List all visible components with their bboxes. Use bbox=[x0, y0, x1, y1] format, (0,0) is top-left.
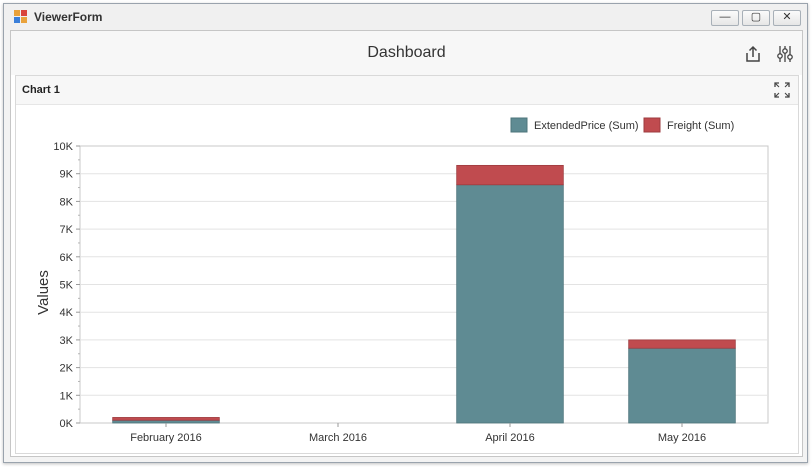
legend-label: ExtendedPrice (Sum) bbox=[534, 120, 639, 132]
x-tick-label: March 2016 bbox=[309, 432, 367, 444]
window-title: ViewerForm bbox=[34, 10, 103, 24]
y-tick-label: 1K bbox=[60, 390, 74, 402]
bar-segment bbox=[628, 339, 736, 349]
y-tick-label: 10K bbox=[53, 141, 73, 153]
parameters-icon[interactable] bbox=[776, 45, 794, 63]
y-tick-label: 8K bbox=[60, 196, 74, 208]
legend-swatch bbox=[510, 117, 528, 133]
stacked-bar-chart: ExtendedPrice (Sum) Freight (Sum) 0K 1K 2K 3… bbox=[35, 117, 769, 444]
y-tick-label: 7K bbox=[60, 224, 74, 236]
title-bar[interactable]: ViewerForm — ▢ ✕ bbox=[4, 4, 807, 30]
y-tick-label: 3K bbox=[60, 335, 74, 347]
y-tick-label: 4K bbox=[60, 307, 74, 319]
chart-legend: ExtendedPrice (Sum) Freight (Sum) bbox=[510, 117, 734, 133]
bar-segment bbox=[112, 419, 220, 424]
maximize-button[interactable]: ▢ bbox=[742, 10, 770, 26]
x-tick-label: February 2016 bbox=[130, 432, 202, 444]
export-icon[interactable] bbox=[744, 45, 762, 63]
bar-segment bbox=[628, 347, 736, 424]
y-tick-label: 0K bbox=[60, 418, 74, 430]
x-tick-label: May 2016 bbox=[658, 432, 706, 444]
maximize-icon[interactable] bbox=[774, 82, 790, 98]
legend-label: Freight (Sum) bbox=[667, 120, 734, 132]
chart-panel: Chart 1 ExtendedPrice (Sum) Freight (Sum)… bbox=[15, 75, 799, 454]
viewer-form-window: ViewerForm — ▢ ✕ Dashboard Chart 1 Exten… bbox=[3, 3, 808, 463]
y-tick-label: 2K bbox=[60, 363, 74, 375]
y-tick-label: 5K bbox=[60, 280, 74, 292]
dashboard-viewer: Dashboard Chart 1 ExtendedPrice (Sum) Fr… bbox=[10, 30, 803, 457]
y-axis-title: Values bbox=[35, 270, 52, 315]
close-button[interactable]: ✕ bbox=[773, 10, 801, 26]
bar-segment bbox=[112, 417, 220, 421]
app-icon bbox=[14, 10, 28, 24]
dashboard-title: Dashboard bbox=[367, 44, 446, 61]
panel-caption: Chart 1 bbox=[16, 76, 798, 105]
panel-title: Chart 1 bbox=[22, 84, 60, 96]
minimize-button[interactable]: — bbox=[711, 10, 739, 26]
bar-segment bbox=[456, 184, 564, 424]
x-tick-label: April 2016 bbox=[485, 432, 535, 444]
dashboard-header: Dashboard bbox=[11, 31, 802, 75]
bar-segment bbox=[456, 164, 564, 186]
y-tick-label: 6K bbox=[60, 252, 74, 264]
legend-swatch bbox=[643, 117, 661, 133]
y-tick-label: 9K bbox=[60, 169, 74, 181]
